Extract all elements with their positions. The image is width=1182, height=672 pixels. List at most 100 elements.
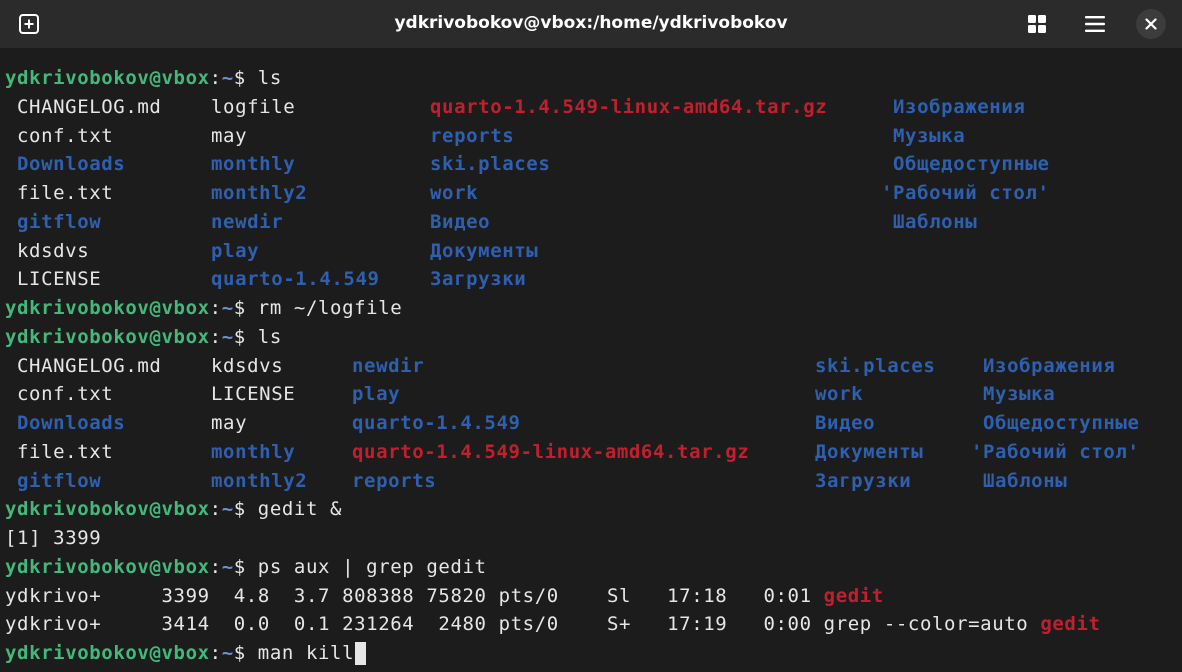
ls-directory-entry: Общедоступные xyxy=(893,153,1050,176)
terminal-text: : xyxy=(209,67,222,89)
terminal-text: $ ls xyxy=(233,325,282,348)
output-line: file.txt monthly2 work 'Рабочий стол' xyxy=(0,179,1182,207)
ls-directory-entry: Видео xyxy=(430,210,491,233)
ls-directory-entry: Документы xyxy=(815,440,924,463)
ls-directory-entry: 'Рабочий стол' xyxy=(970,440,1140,463)
prompt-line: ydkrivobokov@vbox: ~ $ rm ~/logfile xyxy=(0,294,1182,322)
ls-directory-entry: reports xyxy=(430,124,515,147)
close-icon xyxy=(1145,18,1157,30)
ls-directory-entry: Музыка xyxy=(893,124,966,147)
grep-match: gedit xyxy=(823,584,884,607)
terminal-text: ydkrivo+ 3414 0.0 0.1 231264 2480 pts/0 … xyxy=(5,613,1041,636)
prompt-path: ~ xyxy=(221,555,234,578)
prompt-line: ydkrivobokov@vbox: ~ $ ls xyxy=(0,64,1182,92)
prompt-user-host: ydkrivobokov@vbox xyxy=(5,67,210,89)
prompt-user-host: ydkrivobokov@vbox xyxy=(5,325,210,348)
ls-file-entry: logfile xyxy=(211,95,296,118)
grep-match: gedit xyxy=(1040,613,1101,636)
ls-directory-entry: Изображения xyxy=(893,95,1026,118)
ls-directory-entry: newdir xyxy=(211,210,284,233)
window-title: ydkrivobokov@vbox:/home/ydkrivobokov xyxy=(394,13,788,33)
ls-directory-entry: Документы xyxy=(430,239,539,262)
output-line: file.txt monthly quarto-1.4.549-linux-amd6… xyxy=(0,438,1182,466)
ls-file-entry: CHANGELOG.md xyxy=(17,95,162,118)
ls-file-entry: may xyxy=(211,412,248,434)
view-grid-button[interactable] xyxy=(1022,9,1052,39)
output-line: kdsdvs play Документы xyxy=(0,237,1182,265)
terminal-text: $ ps aux | grep gedit xyxy=(233,555,487,578)
ls-directory-entry: Downloads xyxy=(17,412,126,434)
prompt-path: ~ xyxy=(221,498,234,521)
prompt-user-host: ydkrivobokov@vbox xyxy=(5,297,210,319)
ls-directory-entry: ski.places xyxy=(815,354,936,377)
output-line: gitflow newdir Видео Шаблоны xyxy=(0,208,1182,236)
terminal-window: ydkrivobokov@vbox:/home/ydkrivobokov ydk… xyxy=(0,0,1182,672)
output-line: ydkrivo+ 3399 4.8 3.7 808388 75820 pts/0… xyxy=(0,582,1182,610)
ls-directory-entry: Загрузки xyxy=(815,469,912,492)
hamburger-menu-icon xyxy=(1085,16,1105,32)
ls-file-entry: kdsdvs xyxy=(211,354,284,377)
output-line: CHANGELOG.md logfile quarto-1.4.549-linux-… xyxy=(0,93,1182,121)
ls-directory-entry: 'Рабочий стол' xyxy=(880,182,1050,204)
terminal-text: : xyxy=(209,325,222,348)
ls-directory-entry: Загрузки xyxy=(430,268,527,291)
terminal-text: [1] 3399 xyxy=(5,527,102,549)
prompt-user-host: ydkrivobokov@vbox xyxy=(5,555,210,578)
ls-file-entry: CHANGELOG.md xyxy=(17,354,162,377)
output-line: LICENSE quarto-1.4.549 Загрузки xyxy=(0,265,1182,293)
ls-directory-entry: monthly2 xyxy=(211,469,308,492)
terminal-text: $ rm ~/logfile xyxy=(233,297,403,319)
main-menu-button[interactable] xyxy=(1080,9,1110,39)
terminal-text: $ man kill xyxy=(233,642,355,664)
output-line: CHANGELOG.md kdsdvs newdir ski.places Изобра… xyxy=(0,352,1182,380)
ls-file-entry: LICENSE xyxy=(211,383,296,406)
output-line: Downloads may quarto-1.4.549 Видео Общедосту… xyxy=(0,409,1182,437)
prompt-path: ~ xyxy=(221,642,234,664)
ls-file-entry: conf.txt xyxy=(17,383,114,406)
ls-directory-entry: quarto-1.4.549 xyxy=(352,412,521,434)
ls-directory-entry: Downloads xyxy=(17,153,126,176)
ls-directory-entry: Видео xyxy=(815,412,876,434)
output-line: ydkrivo+ 3414 0.0 0.1 231264 2480 pts/0 … xyxy=(0,610,1182,638)
ls-directory-entry: monthly xyxy=(211,153,296,176)
ls-file-entry: file.txt xyxy=(17,440,114,463)
ls-directory-entry: Шаблоны xyxy=(893,210,978,233)
terminal-text: : xyxy=(209,297,222,319)
ls-directory-entry: ski.places xyxy=(430,153,551,176)
output-line: [1] 3399 xyxy=(0,524,1182,552)
ls-file-entry: kdsdvs xyxy=(17,239,90,262)
ls-directory-entry: Шаблоны xyxy=(983,469,1068,492)
ls-file-entry: LICENSE xyxy=(17,268,102,291)
terminal-output[interactable]: ydkrivobokov@vbox: ~ $ ls CHANGELOG.md logfi… xyxy=(0,48,1182,672)
ls-directory-entry: play xyxy=(352,383,401,406)
prompt-line: ydkrivobokov@vbox: ~ $ ps aux | grep gedit xyxy=(0,553,1182,581)
prompt-line: ydkrivobokov@vbox: ~ $ ls xyxy=(0,323,1182,351)
ls-file-entry: file.txt xyxy=(17,182,114,204)
output-line: Downloads monthly ski.places Общедоступные xyxy=(0,150,1182,178)
terminal-text: ydkrivo+ 3399 4.8 3.7 808388 75820 pts/0… xyxy=(5,584,824,607)
ls-directory-entry: Общедоступные xyxy=(983,412,1140,434)
ls-directory-entry: work xyxy=(430,182,479,204)
ls-directory-entry: gitflow xyxy=(17,469,102,492)
ls-directory-entry: monthly2 xyxy=(211,182,308,204)
output-line: conf.txt may reports Музыка xyxy=(0,122,1182,150)
terminal-text: : xyxy=(209,642,222,664)
ls-directory-entry: work xyxy=(815,383,864,406)
ls-directory-entry: newdir xyxy=(352,354,425,377)
ls-directory-entry: Музыка xyxy=(983,383,1056,406)
terminal-text: $ gedit & xyxy=(233,498,343,521)
ls-directory-entry: monthly xyxy=(211,440,296,463)
ls-directory-entry: reports xyxy=(352,469,437,492)
grid-icon xyxy=(1028,15,1046,33)
prompt-user-host: ydkrivobokov@vbox xyxy=(5,642,210,664)
ls-directory-entry: Изображения xyxy=(983,354,1116,377)
prompt-line: ydkrivobokov@vbox: ~ $ man kill xyxy=(0,639,1182,667)
close-button[interactable] xyxy=(1136,9,1166,39)
output-line: conf.txt LICENSE play work Музыка xyxy=(0,380,1182,408)
ls-directory-entry: gitflow xyxy=(17,210,102,233)
ls-archive-entry: quarto-1.4.549-linux-amd64.tar.gz xyxy=(352,440,750,463)
text-cursor xyxy=(355,642,367,665)
output-line: gitflow monthly2 reports Загрузки Шаблоны xyxy=(0,467,1182,495)
terminal-text: $ ls xyxy=(233,67,282,89)
title-bar: ydkrivobokov@vbox:/home/ydkrivobokov xyxy=(0,0,1182,49)
